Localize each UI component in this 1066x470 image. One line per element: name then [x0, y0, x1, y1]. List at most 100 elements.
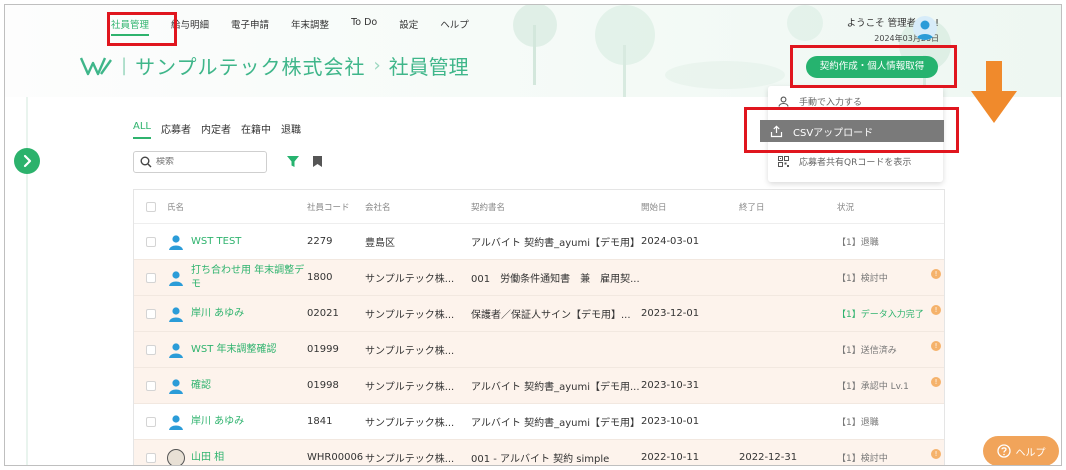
warning-icon: ! [931, 341, 941, 351]
nav-item-help[interactable]: ヘルプ [440, 17, 469, 36]
employee-code: 1841 [307, 416, 333, 427]
contract-name-cell: アルバイト 契約書_ayumi【デモ用】 [471, 418, 640, 429]
company-name-cell: サンプルテック株... [365, 346, 455, 357]
company-name-cell: 豊島区 [365, 238, 395, 249]
row-checkbox[interactable] [145, 236, 156, 247]
start-date-cell: 2023-10-31 [641, 380, 700, 391]
contract-name-cell: 保護者／保証人サイン【デモ用】... [471, 310, 631, 321]
contract-name-cell: 001 労働条件通知書 兼 雇用契... [471, 274, 640, 285]
column-header-contract[interactable]: 契約書名 [471, 201, 641, 213]
search-field[interactable] [133, 151, 267, 173]
brand-divider: | [121, 55, 128, 76]
person-avatar-icon [169, 414, 183, 430]
user-avatar[interactable] [913, 16, 937, 40]
table-row[interactable]: WST 年末調整確認 01999 サンプルテック株... 【1】送信済み ! [134, 332, 944, 368]
app-window: 社員管理 給与明細 電子申請 年末調整 To Do 設定 ヘルプ ようこそ 管理… [4, 4, 1062, 466]
menu-item-label: 応募者共有QRコードを表示 [799, 157, 912, 168]
employee-photo-avatar [167, 448, 185, 465]
status-cell: 【1】データ入力完了 [837, 310, 924, 320]
help-button[interactable]: ヘルプ [983, 436, 1059, 465]
warning-icon: ! [931, 377, 941, 387]
row-checkbox[interactable] [145, 344, 156, 355]
column-header-end-date[interactable]: 終了日 [739, 201, 837, 213]
start-date-cell: 2022-10-11 [641, 452, 700, 463]
employee-name-link[interactable]: WST TEST [191, 235, 241, 249]
column-header-company[interactable]: 会社名 [365, 201, 471, 213]
company-name-cell: サンプルテック株... [365, 274, 455, 285]
tab-retired[interactable]: 退職 [281, 121, 301, 139]
employee-code: 1800 [307, 272, 333, 283]
column-header-status[interactable]: 状況 [837, 201, 937, 213]
employee-name-link[interactable]: 打ち合わせ用 年末調整デモ [191, 264, 307, 292]
user-avatar-icon [916, 20, 934, 40]
chevron-right-icon [23, 154, 32, 168]
column-header-start-date[interactable]: 開始日 [641, 201, 739, 213]
employee-name-link[interactable]: 確認 [191, 379, 211, 393]
table-row[interactable]: 確認 01998 サンプルテック株... アルバイト 契約書_ayumi【デモ用… [134, 368, 944, 404]
company-name: サンプルテック株式会社 [135, 55, 366, 79]
table-body: WST TEST 2279 豊島区 アルバイト 契約書_ayumi【デモ用】 2… [134, 224, 944, 465]
status-cell: 【1】退職 [837, 418, 879, 428]
person-avatar-icon [169, 306, 183, 322]
status-cell: 【1】検討中 [837, 274, 888, 284]
status-filter-tabs: ALL 応募者 内定者 在籍中 退職 [133, 121, 301, 139]
row-checkbox[interactable] [145, 308, 156, 319]
menu-item-label: 手動で入力する [799, 97, 863, 108]
company-name-cell: サンプルテック株... [365, 418, 455, 429]
tab-all[interactable]: ALL [133, 121, 151, 139]
employee-name-link[interactable]: 山田 相 [191, 451, 224, 465]
help-label: ヘルプ [1015, 447, 1046, 459]
nav-item-e-application[interactable]: 電子申請 [231, 17, 269, 36]
table-row[interactable]: 岸川 あゆみ 02021 サンプルテック株... 保護者／保証人サイン【デモ用】… [134, 296, 944, 332]
tab-offered[interactable]: 内定者 [201, 121, 231, 139]
tab-applicants[interactable]: 応募者 [161, 121, 191, 139]
row-checkbox[interactable] [145, 380, 156, 391]
annotation-box-csv-upload [744, 107, 959, 153]
page-title: 社員管理 [388, 55, 469, 79]
tab-employed[interactable]: 在籍中 [241, 121, 271, 139]
bookmark-icon[interactable] [312, 155, 323, 168]
select-all-checkbox[interactable] [145, 201, 156, 212]
employee-name-link[interactable]: 岸川 あゆみ [191, 415, 244, 429]
table-row[interactable]: 打ち合わせ用 年末調整デモ 1800 サンプルテック株... 001 労働条件通… [134, 260, 944, 296]
nav-item-settings[interactable]: 設定 [399, 17, 418, 36]
company-name-cell: サンプルテック株... [365, 382, 455, 393]
search-icon [140, 156, 152, 168]
menu-item-show-qr-code[interactable]: 応募者共有QRコードを表示 [768, 150, 943, 172]
person-avatar-icon [169, 270, 183, 286]
warning-icon: ! [931, 305, 941, 315]
contract-name-cell: 001 - アルバイト 契約 simple [471, 454, 610, 465]
sidebar-expand-button[interactable] [14, 148, 40, 174]
warning-icon: ! [931, 269, 941, 279]
employee-name-link[interactable]: WST 年末調整確認 [191, 343, 277, 357]
employee-code: 02021 [307, 308, 339, 319]
row-checkbox[interactable] [145, 416, 156, 427]
employee-name-link[interactable]: 岸川 あゆみ [191, 307, 244, 321]
person-avatar-icon [169, 378, 183, 394]
nav-item-todo[interactable]: To Do [351, 17, 377, 36]
end-date-cell: 2022-12-31 [739, 452, 798, 463]
person-avatar-icon [169, 234, 183, 250]
nav-item-year-end-adjustment[interactable]: 年末調整 [291, 17, 329, 36]
search-input[interactable] [156, 157, 256, 167]
employee-code: 01999 [307, 344, 339, 355]
down-arrow-icon [971, 61, 1017, 123]
start-date-cell: 2023-12-01 [641, 308, 700, 319]
status-cell: 【1】退職 [837, 238, 879, 248]
employee-code: 2279 [307, 236, 333, 247]
table-header: 氏名 社員コード 会社名 契約書名 開始日 終了日 状況 [134, 190, 944, 224]
row-checkbox[interactable] [145, 272, 156, 283]
filter-icon[interactable] [286, 155, 300, 168]
table-row[interactable]: 岸川 あゆみ 1841 サンプルテック株... アルバイト 契約書_ayumi【… [134, 404, 944, 440]
contract-name-cell: アルバイト 契約書_ayumi【デモ用... [471, 382, 640, 393]
employee-table: 氏名 社員コード 会社名 契約書名 開始日 終了日 状況 WST TEST 22… [133, 189, 945, 465]
table-row[interactable]: WST TEST 2279 豊島区 アルバイト 契約書_ayumi【デモ用】 2… [134, 224, 944, 260]
table-row[interactable]: 山田 相 WHR00006 サンプルテック株... 001 - アルバイト 契約… [134, 440, 944, 465]
employee-code: WHR00006 [307, 452, 364, 463]
column-header-code[interactable]: 社員コード [307, 201, 365, 213]
status-cell: 【1】検討中 [837, 454, 888, 464]
annotation-box-nav [107, 12, 177, 46]
row-checkbox[interactable] [145, 452, 156, 463]
column-header-name[interactable]: 氏名 [167, 201, 307, 213]
company-title: | サンプルテック株式会社 › 社員管理 [79, 51, 469, 80]
